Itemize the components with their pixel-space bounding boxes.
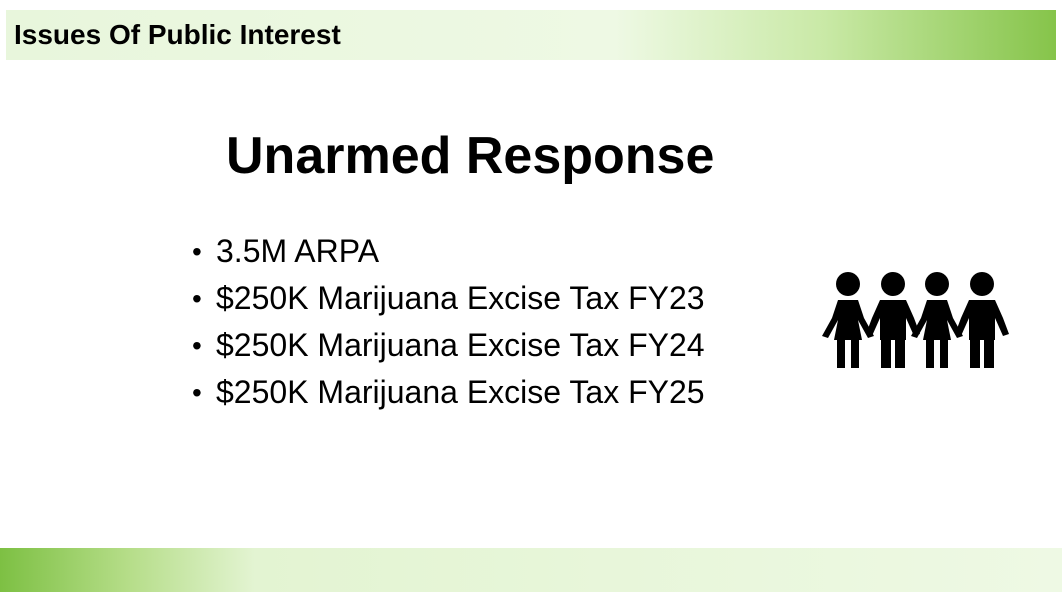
bullet-marker: • xyxy=(192,330,202,361)
person-head xyxy=(836,272,860,296)
bullet-item: • 3.5M ARPA xyxy=(188,228,705,275)
bullet-marker: • xyxy=(192,377,202,408)
bullet-item: • $250K Marijuana Excise Tax FY24 xyxy=(188,322,705,369)
header-title: Issues Of Public Interest xyxy=(14,19,341,50)
header-banner: Issues Of Public Interest xyxy=(6,10,1056,60)
bullet-item: • $250K Marijuana Excise Tax FY25 xyxy=(188,369,705,416)
bullet-text: $250K Marijuana Excise Tax FY23 xyxy=(216,280,705,316)
bullet-text: $250K Marijuana Excise Tax FY24 xyxy=(216,327,705,363)
bullet-text: 3.5M ARPA xyxy=(216,233,380,269)
bullet-item: • $250K Marijuana Excise Tax FY23 xyxy=(188,275,705,322)
bullet-marker: • xyxy=(192,236,202,267)
slide-heading: Unarmed Response xyxy=(226,127,715,185)
footer-banner xyxy=(0,548,1062,592)
slide: Issues Of Public Interest Unarmed Respon… xyxy=(0,0,1062,592)
bullet-list: • 3.5M ARPA • $250K Marijuana Excise Tax… xyxy=(188,228,705,416)
bullet-text: $250K Marijuana Excise Tax FY25 xyxy=(216,374,705,410)
bullet-marker: • xyxy=(192,283,202,314)
people-group-icon xyxy=(822,272,1009,368)
